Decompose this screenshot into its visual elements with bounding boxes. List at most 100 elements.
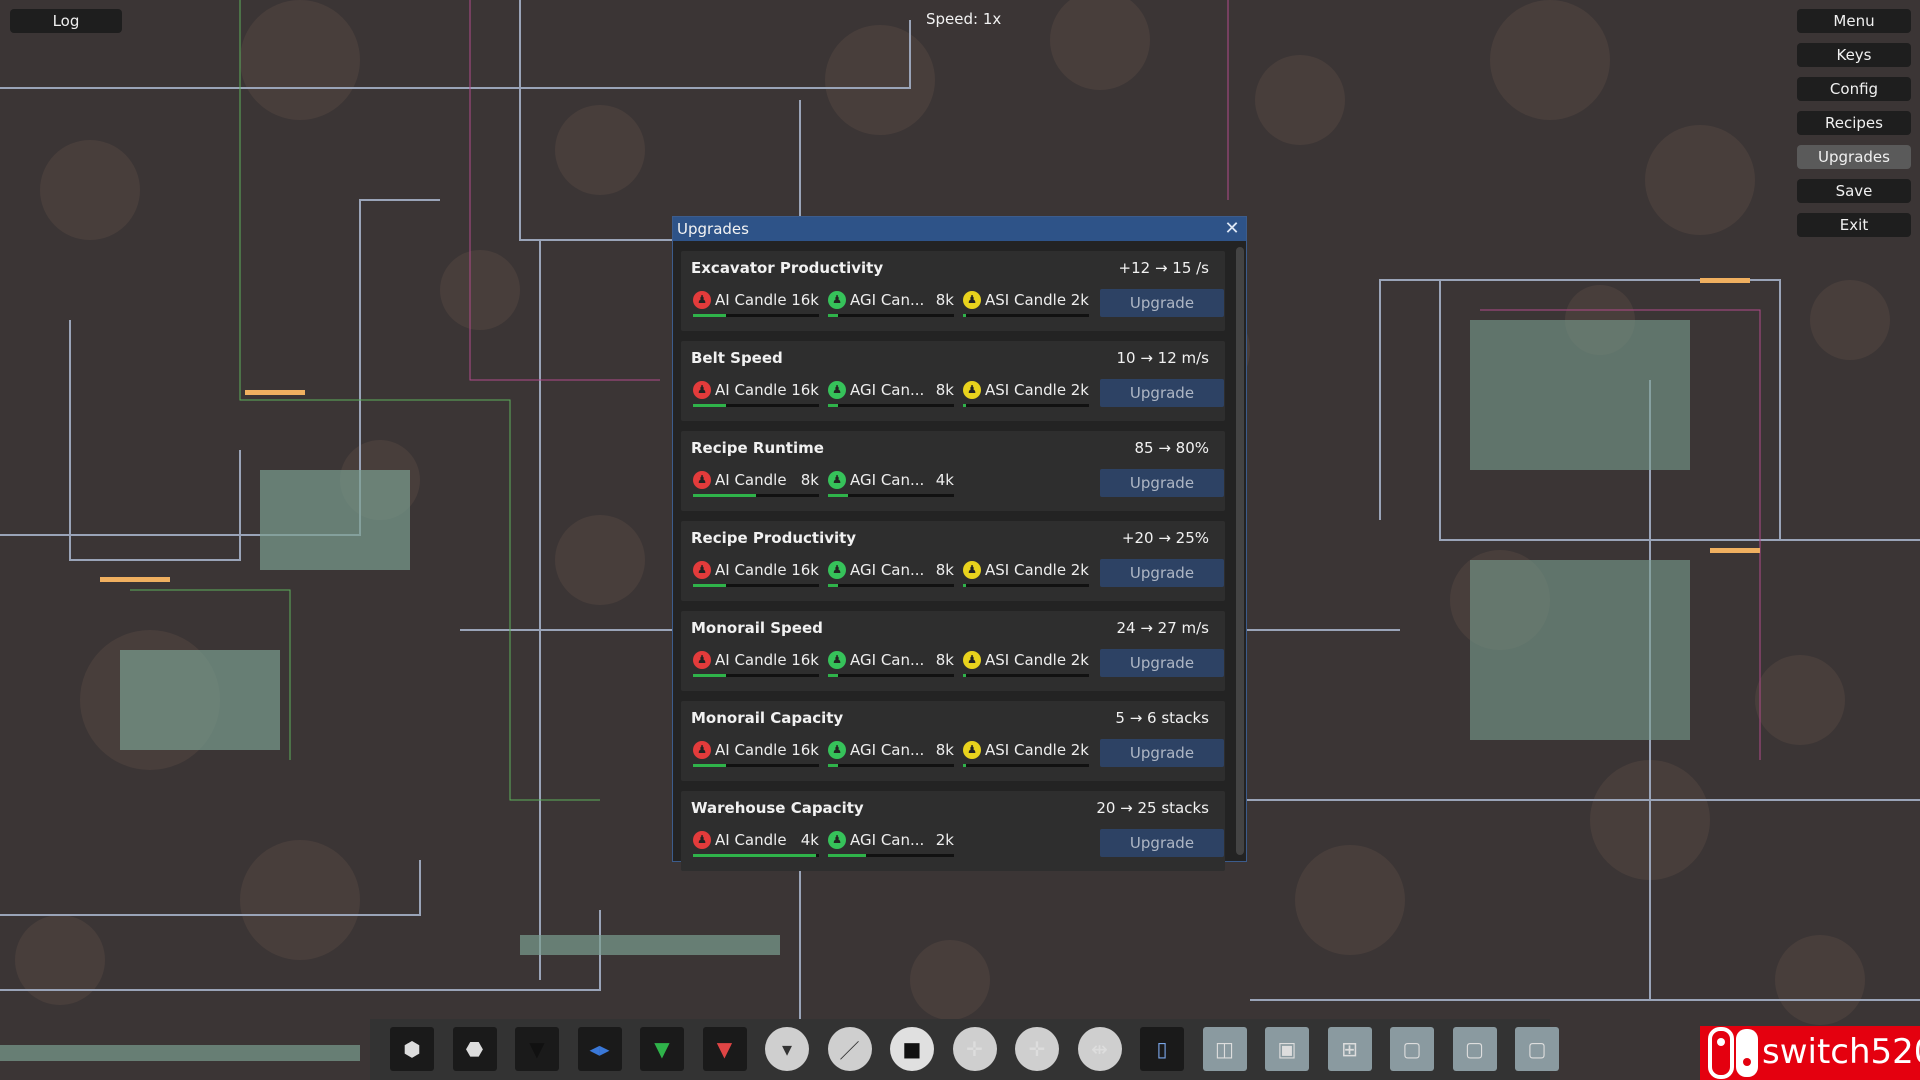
crosshair-icon[interactable]: ✛	[952, 1027, 997, 1071]
upgrade-name: Monorail Capacity	[691, 709, 844, 727]
upgrade-button[interactable]: Upgrade	[1100, 469, 1224, 497]
config-button[interactable]: Config	[1797, 77, 1911, 101]
cost-name: AGI Can...	[850, 381, 925, 399]
ai-candle-icon: ♟	[693, 561, 711, 579]
progress-fill	[693, 314, 726, 317]
ai-candle-icon: ♟	[693, 741, 711, 759]
cost-item: ♟ AI Candle 4k	[691, 829, 821, 857]
close-icon[interactable]: ✕	[1222, 219, 1242, 239]
panel-b-icon[interactable]: ▢	[1452, 1027, 1497, 1071]
recipes-button[interactable]: Recipes	[1797, 111, 1911, 135]
cost-amount: 2k	[1070, 381, 1089, 399]
exit-button[interactable]: Exit	[1797, 213, 1911, 237]
cost-name: AI Candle	[715, 561, 787, 579]
down-triangle-icon[interactable]: ▼	[515, 1027, 559, 1071]
upgrade-card: Warehouse Capacity 20 → 25 stacks ♟ AI Cand…	[681, 791, 1225, 871]
progress-bar	[828, 764, 954, 767]
progress-fill	[828, 494, 849, 497]
agi-candle-icon: ♟	[828, 651, 846, 669]
split-icon[interactable]: ⇹	[1077, 1027, 1122, 1071]
cost-name: AGI Can...	[850, 471, 925, 489]
agi-candle-icon: ♟	[828, 471, 846, 489]
speed-indicator: Speed: 1x	[926, 10, 1002, 28]
cost-name: AGI Can...	[850, 741, 925, 759]
upgrade-button[interactable]: Upgrade	[1100, 829, 1224, 857]
build-toolbar: ⬢ ⬣ ▼ ◂▸ ▼ ▼ ▾ ／ ■ ✛ ✛ ⇹ ▯ ◫ ▣ ⊞ ▢ ▢ ▢	[370, 1019, 1559, 1080]
remove-hexagon-icon[interactable]: ⬣	[452, 1027, 497, 1071]
asi-candle-icon: ♟	[963, 561, 981, 579]
cost-amount: 4k	[935, 471, 954, 489]
progress-bar	[693, 404, 819, 407]
agi-candle-icon: ♟	[828, 561, 846, 579]
progress-fill	[963, 764, 966, 767]
progress-bar	[693, 314, 819, 317]
upgrades-button[interactable]: Upgrades	[1797, 145, 1911, 169]
vertical-panel-icon[interactable]: ▯	[1140, 1027, 1184, 1071]
cost-amount: 8k	[935, 651, 954, 669]
cost-item: ♟ AI Candle 8k	[691, 469, 821, 497]
two-column-icon[interactable]: ◫	[1202, 1027, 1247, 1071]
upgrade-name: Recipe Runtime	[691, 439, 824, 457]
progress-fill	[693, 404, 726, 407]
progress-bar	[693, 764, 819, 767]
cost-name: ASI Candle	[985, 291, 1067, 309]
agi-candle-icon: ♟	[828, 381, 846, 399]
progress-fill	[693, 584, 726, 587]
circle-down-icon[interactable]: ▾	[765, 1027, 809, 1071]
progress-fill	[828, 854, 866, 857]
upgrade-button[interactable]: Upgrade	[1100, 379, 1224, 407]
ai-candle-icon: ♟	[693, 291, 711, 309]
progress-fill	[828, 764, 839, 767]
target-icon[interactable]: ✛	[1015, 1027, 1059, 1071]
dot-panel-icon[interactable]: ▣	[1265, 1027, 1309, 1071]
progress-bar	[963, 584, 1089, 587]
progress-bar	[828, 854, 954, 857]
ai-candle-icon: ♟	[693, 471, 711, 489]
green-triangle-icon[interactable]: ▼	[640, 1027, 684, 1071]
upgrade-button[interactable]: Upgrade	[1100, 739, 1224, 767]
agi-candle-icon: ♟	[828, 291, 846, 309]
cost-amount: 8k	[935, 381, 954, 399]
cost-amount: 8k	[935, 291, 954, 309]
grid-four-icon[interactable]: ⊞	[1327, 1027, 1372, 1071]
upgrade-card: Recipe Runtime 85 → 80% ♟ AI Candle 8k ♟ AGI C…	[681, 431, 1225, 511]
cost-amount: 2k	[1070, 741, 1089, 759]
cost-amount: 16k	[791, 651, 819, 669]
progress-bar	[963, 764, 1089, 767]
pencil-icon[interactable]: ／	[827, 1027, 872, 1071]
red-triangle-icon[interactable]: ▼	[702, 1027, 747, 1071]
upgrade-card: Excavator Productivity +12 → 15 /s ♟ AI Can…	[681, 251, 1225, 331]
add-hexagon-icon[interactable]: ⬢	[390, 1027, 434, 1071]
panel-a-icon[interactable]: ▢	[1390, 1027, 1434, 1071]
menu-button[interactable]: Menu	[1797, 9, 1911, 33]
upgrade-card: Belt Speed 10 → 12 m/s ♟ AI Candle 16k ♟ AGI C…	[681, 341, 1225, 421]
ai-candle-icon: ♟	[693, 651, 711, 669]
stop-square-icon[interactable]: ■	[890, 1027, 934, 1071]
progress-bar	[828, 584, 954, 587]
cost-name: AI Candle	[715, 741, 787, 759]
cost-amount: 2k	[935, 831, 954, 849]
cost-name: AI Candle	[715, 651, 787, 669]
upgrade-button[interactable]: Upgrade	[1100, 289, 1224, 317]
cost-name: AI Candle	[715, 831, 787, 849]
panel-c-icon[interactable]: ▢	[1515, 1027, 1559, 1071]
upgrade-range: +12 → 15 /s	[1118, 259, 1209, 277]
log-button[interactable]: Log	[10, 9, 122, 33]
upgrades-titlebar[interactable]: Upgrades ✕	[673, 217, 1246, 241]
upgrade-card: Recipe Productivity +20 → 25% ♟ AI Candle 16…	[681, 521, 1225, 601]
cost-item: ♟ ASI Candle 2k	[961, 649, 1091, 677]
merge-arrows-icon[interactable]: ◂▸	[577, 1027, 622, 1071]
upgrade-name: Warehouse Capacity	[691, 799, 864, 817]
scrollbar[interactable]	[1236, 247, 1244, 855]
upgrade-name: Excavator Productivity	[691, 259, 884, 277]
keys-button[interactable]: Keys	[1797, 43, 1911, 67]
cost-item: ♟ AI Candle 16k	[691, 739, 821, 767]
upgrade-button[interactable]: Upgrade	[1100, 559, 1224, 587]
upgrade-button[interactable]: Upgrade	[1100, 649, 1224, 677]
agi-candle-icon: ♟	[828, 741, 846, 759]
upgrade-card: Monorail Capacity 5 → 6 stacks ♟ AI Candle 1…	[681, 701, 1225, 781]
cost-name: AGI Can...	[850, 831, 925, 849]
cost-amount: 8k	[935, 561, 954, 579]
cost-name: ASI Candle	[985, 381, 1067, 399]
save-button[interactable]: Save	[1797, 179, 1911, 203]
